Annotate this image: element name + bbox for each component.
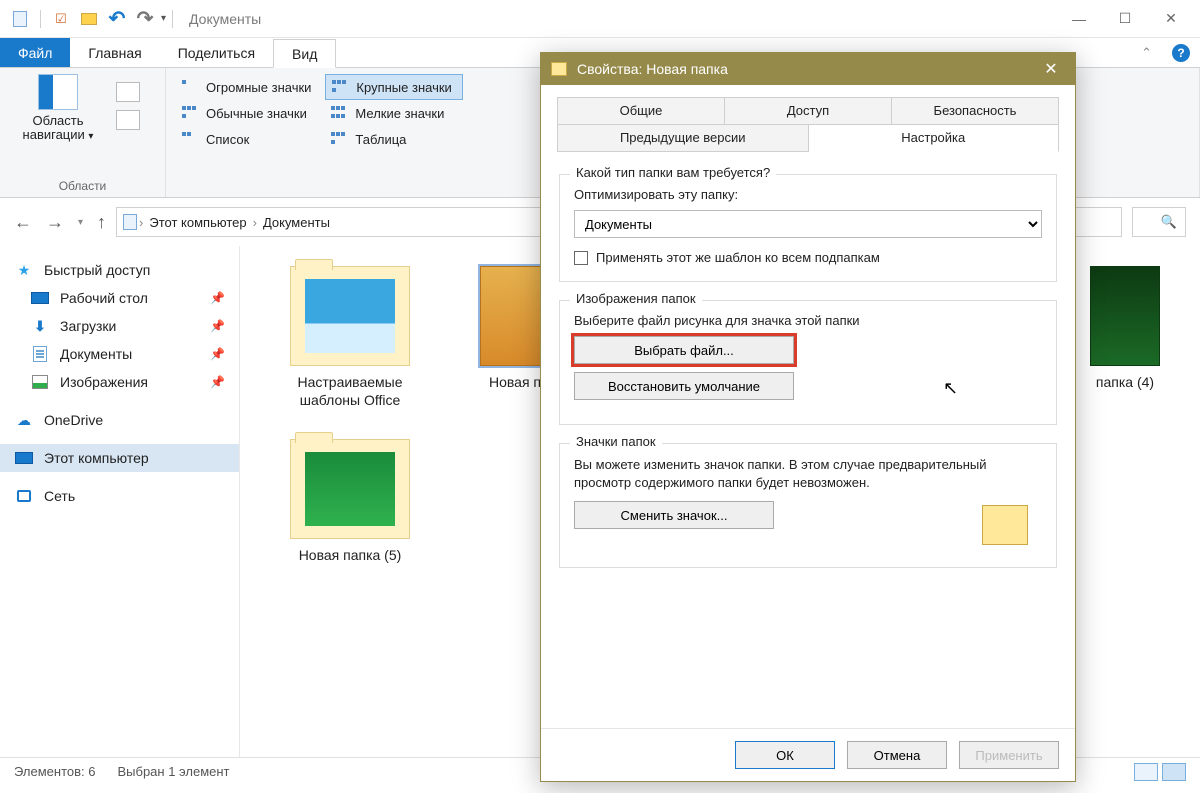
- search-box[interactable]: 🔍: [1132, 207, 1186, 237]
- layout-medium[interactable]: Обычные значки: [176, 100, 321, 126]
- layout-details[interactable]: Таблица: [325, 126, 462, 152]
- navigation-pane-icon: [38, 74, 78, 110]
- qat-dropdown-icon[interactable]: ▾: [161, 13, 166, 24]
- view-thumbs-icon[interactable]: [1162, 763, 1186, 781]
- pin-icon: 📌: [210, 347, 225, 361]
- status-count: Элементов: 6: [14, 764, 95, 779]
- sidebar-this-pc[interactable]: Этот компьютер: [0, 444, 239, 472]
- properties-dialog: Свойства: Новая папка ✕ Общие Доступ Без…: [540, 52, 1076, 782]
- tab-home[interactable]: Главная: [70, 38, 159, 67]
- folder-thumb-icon: [1090, 266, 1160, 366]
- up-icon[interactable]: ↑: [97, 212, 106, 233]
- folder-preview-icon: [982, 505, 1028, 545]
- folder-item[interactable]: папка (4): [1080, 266, 1170, 409]
- change-icon-button[interactable]: Сменить значок...: [574, 501, 774, 529]
- group-folder-type: Какой тип папки вам требуется? Оптимизир…: [559, 174, 1057, 282]
- window-title: Документы: [189, 11, 261, 27]
- tab-view[interactable]: Вид: [273, 39, 336, 68]
- tab-share[interactable]: Поделиться: [160, 38, 273, 67]
- redo-icon[interactable]: ↷: [134, 8, 156, 30]
- app-icon: [9, 8, 31, 30]
- forward-icon[interactable]: →: [46, 212, 64, 233]
- dlg-tab-customize[interactable]: Настройка: [809, 125, 1060, 152]
- preview-pane-icon[interactable]: [116, 82, 140, 102]
- qat-newfolder-icon[interactable]: [78, 8, 100, 30]
- checkbox-icon: [574, 251, 588, 265]
- close-icon[interactable]: ✕: [1148, 4, 1194, 34]
- sidebar-onedrive[interactable]: ☁OneDrive: [0, 406, 239, 434]
- sidebar-desktop[interactable]: Рабочий стол📌: [0, 284, 239, 312]
- folder-item[interactable]: Настраиваемые шаблоны Office: [270, 266, 430, 409]
- group-folder-images: Изображения папок Выберите файл рисунка …: [559, 300, 1057, 425]
- sidebar: ★Быстрый доступ Рабочий стол📌 ⬇Загрузки📌…: [0, 246, 240, 766]
- folder-item[interactable]: Новая папка (5): [270, 439, 430, 565]
- folder-thumb-icon: [290, 439, 410, 539]
- status-selected: Выбран 1 элемент: [117, 764, 229, 779]
- layout-list[interactable]: Список: [176, 126, 321, 152]
- qat-properties-icon[interactable]: ☑: [50, 8, 72, 30]
- dlg-tab-previous[interactable]: Предыдущие версии: [557, 125, 809, 152]
- sidebar-pictures[interactable]: Изображения📌: [0, 368, 239, 396]
- tab-file[interactable]: Файл: [0, 38, 70, 67]
- pin-icon: 📌: [210, 319, 225, 333]
- navigation-pane-button[interactable]: Область навигации ▾: [10, 74, 106, 177]
- layout-large[interactable]: Крупные значки: [325, 74, 462, 100]
- layout-extra-large[interactable]: Огромные значки: [176, 74, 321, 100]
- dlg-tab-sharing[interactable]: Доступ: [725, 97, 892, 125]
- ribbon-collapse-icon[interactable]: ⌃: [1141, 45, 1152, 61]
- quick-access-toolbar: ☑ ↶ ↷ ▾ Документы — ☐ ✕: [0, 0, 1200, 38]
- apply-subfolders-checkbox[interactable]: Применять этот же шаблон ко всем подпапк…: [574, 250, 1042, 265]
- dialog-titlebar[interactable]: Свойства: Новая папка ✕: [541, 53, 1075, 85]
- folder-thumb-icon: [290, 266, 410, 366]
- folder-icon: [551, 62, 567, 76]
- view-details-icon[interactable]: [1134, 763, 1158, 781]
- apply-button[interactable]: Применить: [959, 741, 1059, 769]
- cancel-button[interactable]: Отмена: [847, 741, 947, 769]
- layout-small[interactable]: Мелкие значки: [325, 100, 462, 126]
- sidebar-documents[interactable]: Документы📌: [0, 340, 239, 368]
- crumb-documents[interactable]: Документы: [259, 215, 334, 230]
- dlg-tab-security[interactable]: Безопасность: [892, 97, 1059, 125]
- back-icon[interactable]: ←: [14, 212, 32, 233]
- maximize-icon[interactable]: ☐: [1102, 4, 1148, 34]
- history-dropdown-icon[interactable]: ▾: [78, 217, 83, 228]
- sidebar-quick-access[interactable]: ★Быстрый доступ: [0, 256, 239, 284]
- choose-file-button[interactable]: Выбрать файл...: [574, 336, 794, 364]
- undo-icon[interactable]: ↶: [106, 8, 128, 30]
- crumb-thispc[interactable]: Этот компьютер: [145, 215, 250, 230]
- search-icon: 🔍: [1161, 214, 1177, 230]
- location-icon: [123, 214, 137, 230]
- minimize-icon[interactable]: —: [1056, 4, 1102, 34]
- dlg-tab-general[interactable]: Общие: [557, 97, 725, 125]
- sidebar-downloads[interactable]: ⬇Загрузки📌: [0, 312, 239, 340]
- ok-button[interactable]: ОК: [735, 741, 835, 769]
- dialog-title: Свойства: Новая папка: [577, 61, 728, 77]
- pin-icon: 📌: [210, 291, 225, 305]
- sidebar-network[interactable]: Сеть: [0, 482, 239, 510]
- dialog-close-icon[interactable]: ✕: [1037, 59, 1065, 79]
- details-pane-icon[interactable]: [116, 110, 140, 130]
- help-icon[interactable]: ?: [1172, 44, 1190, 62]
- pin-icon: 📌: [210, 375, 225, 389]
- group-folder-icons: Значки папок Вы можете изменить значок п…: [559, 443, 1057, 568]
- restore-default-button[interactable]: Восстановить умолчание: [574, 372, 794, 400]
- optimize-select[interactable]: Документы: [574, 210, 1042, 238]
- group-label-panes: Области: [10, 177, 155, 195]
